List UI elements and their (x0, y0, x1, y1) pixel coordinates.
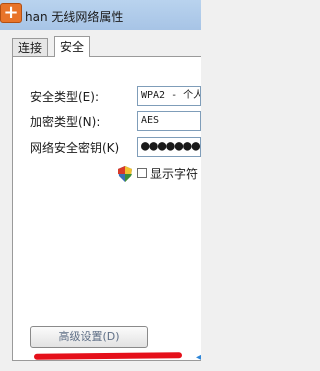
shield-icon (118, 166, 132, 182)
security-type-select[interactable]: WPA2 - 个人 (137, 86, 201, 106)
advanced-settings-button[interactable]: 高级设置(D) (30, 326, 148, 348)
arrow-annotation-icon: ◂ (196, 352, 202, 363)
encryption-type-label: 加密类型(N): (30, 115, 101, 129)
title-bar: + han 无线网络属性 (0, 0, 201, 30)
app-icon: + (0, 3, 22, 23)
network-key-label: 网络安全密钥(K) (30, 141, 120, 155)
tab-connection[interactable]: 连接 (12, 38, 49, 56)
network-key-input[interactable]: ●●●●●●● (137, 137, 201, 157)
show-characters-label: 显示字符 (150, 167, 199, 181)
tab-security[interactable]: 安全 (54, 36, 91, 57)
window-title: han 无线网络属性 (25, 10, 124, 24)
encryption-type-select[interactable]: AES (137, 111, 201, 131)
security-type-label: 安全类型(E): (30, 90, 99, 104)
show-characters-checkbox[interactable] (137, 168, 147, 178)
